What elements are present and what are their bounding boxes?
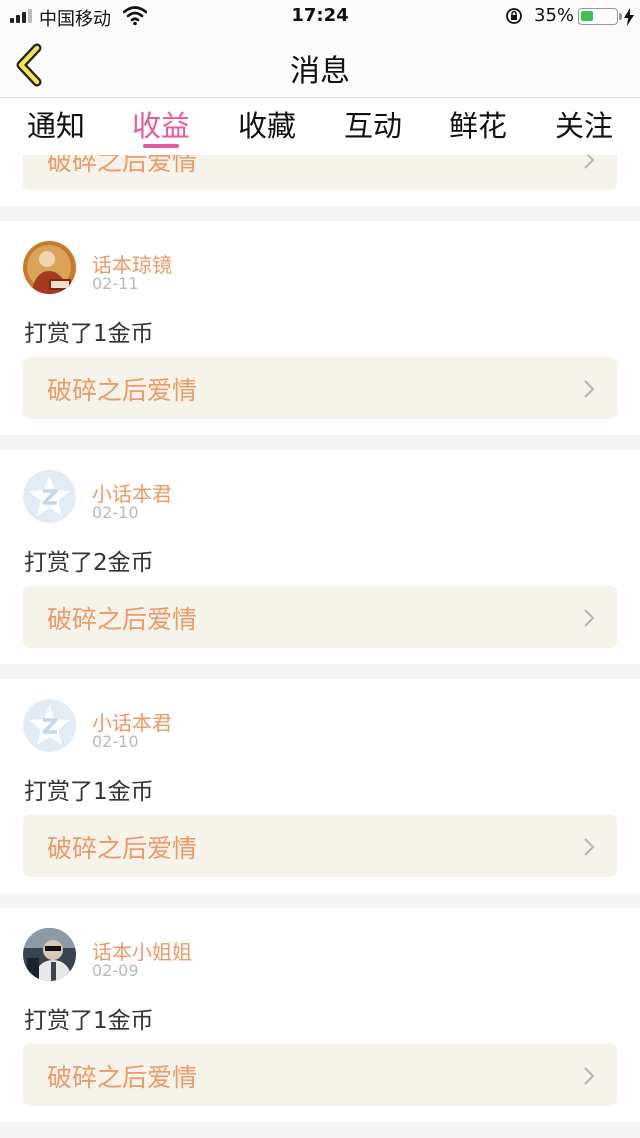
tab-earnings[interactable]: 收益	[126, 103, 196, 145]
book-link[interactable]: 破碎之后爱情	[23, 357, 617, 419]
tab-favorites[interactable]: 收藏	[232, 103, 302, 145]
message-text: 打赏了1金币	[24, 779, 154, 805]
book-link[interactable]: 破碎之后爱情	[23, 815, 617, 877]
feed-card: 话本小姐姐 02-09 打赏了1金币 破碎之后爱情	[0, 908, 640, 1122]
book-title: 破碎之后爱情	[47, 834, 198, 863]
chevron-right-icon	[584, 609, 595, 627]
book-link[interactable]: 破碎之后爱情	[23, 155, 617, 190]
page-title: 消息	[290, 54, 350, 89]
chevron-right-icon	[584, 380, 595, 398]
chevron-right-icon	[584, 1067, 595, 1085]
feed-card-partial: 破碎之后爱情	[0, 155, 640, 206]
timestamp: 02-10	[92, 732, 139, 751]
active-tab-indicator	[143, 144, 179, 148]
battery-icon	[578, 8, 618, 25]
tab-interactions[interactable]: 互动	[338, 103, 408, 145]
tab-following[interactable]: 关注	[549, 103, 619, 145]
status-bar: 中国移动 17:24 35%	[0, 0, 640, 32]
book-link[interactable]: 破碎之后爱情	[23, 1044, 617, 1106]
tab-notifications[interactable]: 通知	[21, 103, 91, 145]
timestamp: 02-09	[92, 961, 139, 980]
nav-bar: 消息	[0, 32, 640, 98]
timestamp: 02-11	[92, 274, 139, 293]
message-text: 打赏了1金币	[24, 321, 154, 347]
default-avatar-icon[interactable]	[23, 470, 76, 523]
book-title: 破碎之后爱情	[47, 1063, 198, 1092]
tab-flowers[interactable]: 鲜花	[443, 103, 513, 145]
chevron-right-icon	[584, 155, 595, 169]
feed-card: 小话本君 02-10 打赏了2金币 破碎之后爱情	[0, 450, 640, 664]
chevron-right-icon	[584, 838, 595, 856]
charging-icon	[624, 8, 634, 26]
book-title: 破碎之后爱情	[47, 376, 198, 405]
message-text: 打赏了2金币	[24, 550, 154, 576]
feed-card: 话本琼镜 02-11 打赏了1金币 破碎之后爱情	[0, 221, 640, 435]
feed-card: 小话本君 02-10 打赏了1金币 破碎之后爱情	[0, 679, 640, 893]
default-avatar-icon[interactable]	[23, 699, 76, 752]
message-feed[interactable]: 破碎之后爱情 话本琼镜 02-11 打赏了1金币 破碎之后爱情 小话本君 02-…	[0, 155, 640, 1138]
battery-percent: 35%	[534, 5, 575, 26]
message-text: 打赏了1金币	[24, 1008, 154, 1034]
book-title: 破碎之后爱情	[47, 605, 198, 634]
avatar-photo-icon[interactable]	[23, 928, 76, 981]
book-link[interactable]: 破碎之后爱情	[23, 586, 617, 648]
battery-cap	[619, 13, 622, 20]
timestamp: 02-10	[92, 503, 139, 522]
avatar-photo-icon[interactable]	[23, 241, 76, 294]
book-title: 破碎之后爱情	[47, 155, 198, 176]
tab-bar: 通知 收益 收藏 互动 鲜花 关注	[0, 99, 640, 155]
rotation-lock-icon	[506, 8, 522, 24]
